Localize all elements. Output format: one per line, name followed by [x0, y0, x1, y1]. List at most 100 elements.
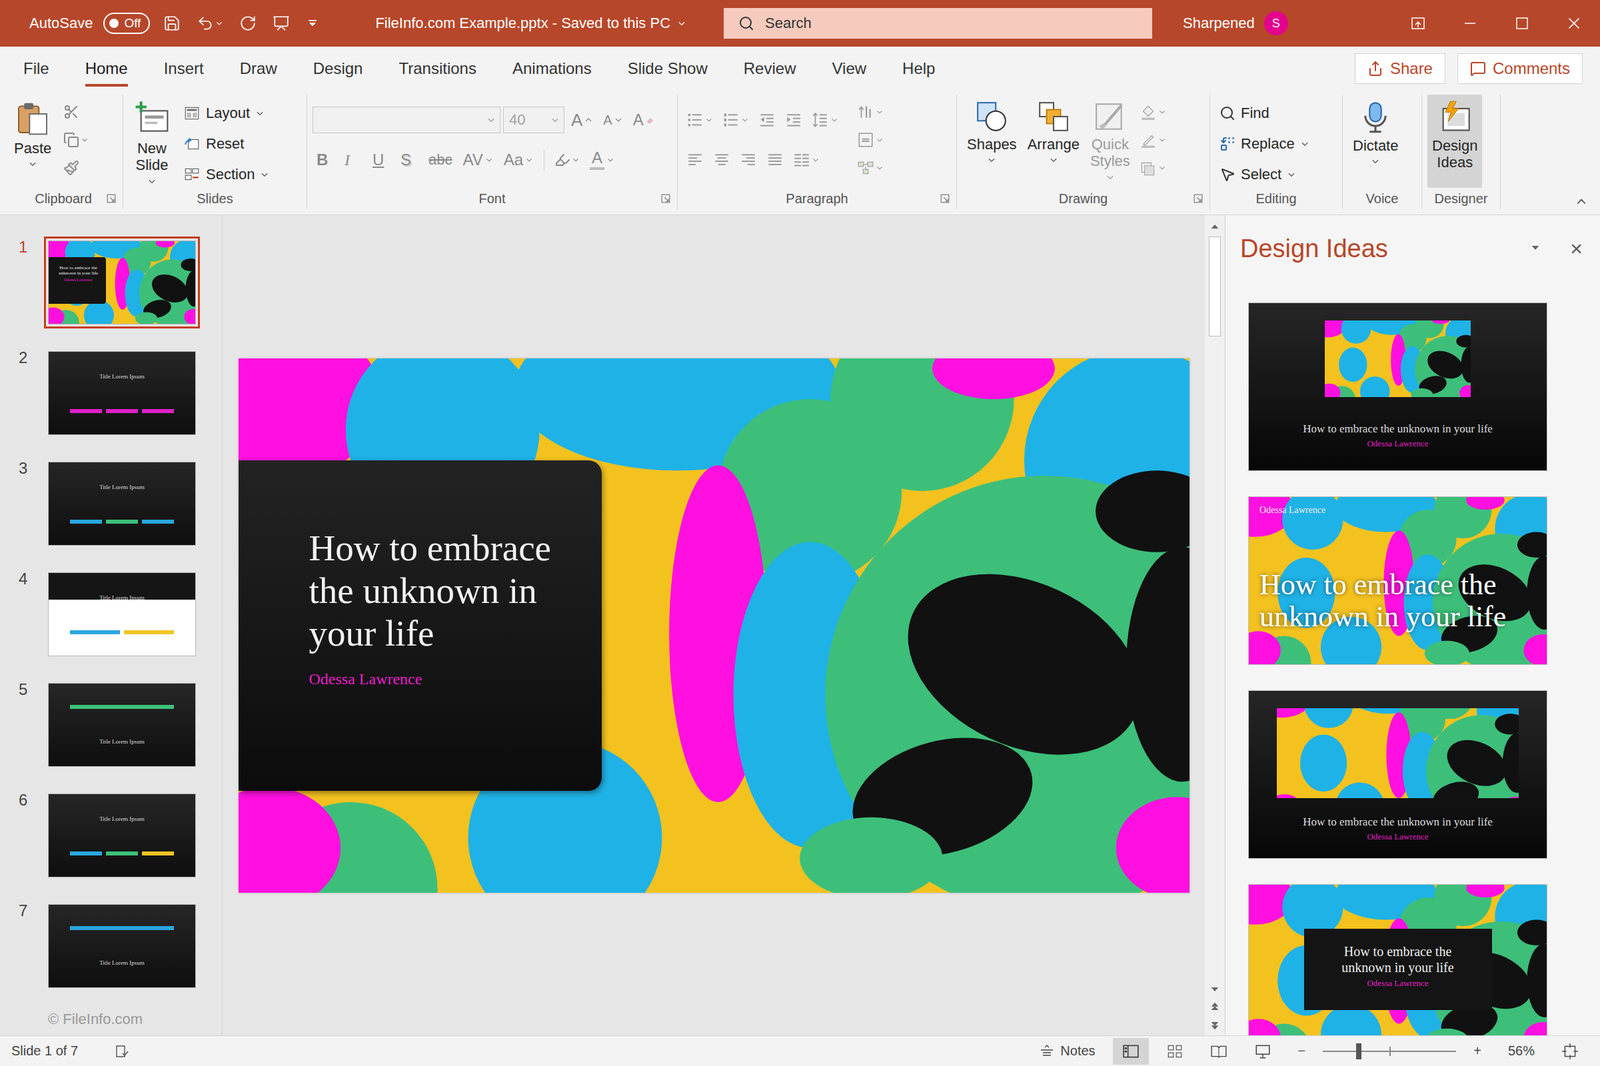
sorter-view-button[interactable]: [1156, 1038, 1193, 1065]
save-button[interactable]: [160, 11, 184, 35]
scroll-down-button[interactable]: [1208, 983, 1222, 997]
font-dialog-launcher[interactable]: [659, 192, 672, 205]
slideshow-view-button[interactable]: [1244, 1038, 1281, 1065]
design-ideas-button[interactable]: Design Ideas: [1427, 94, 1483, 188]
quick-styles-button[interactable]: Quick Styles: [1085, 94, 1135, 188]
shrink-font-button[interactable]: A: [599, 105, 626, 134]
collapse-ribbon-button[interactable]: [1570, 194, 1593, 210]
reading-view-button[interactable]: [1200, 1038, 1237, 1065]
ribbon-tab[interactable]: Review: [725, 46, 815, 91]
design-idea-card[interactable]: Odessa LawrenceHow to embrace the unknow…: [1248, 496, 1548, 666]
ribbon-tab[interactable]: Transitions: [380, 46, 494, 91]
drawing-dialog-launcher[interactable]: [1192, 192, 1205, 205]
scroll-up-button[interactable]: [1208, 219, 1222, 233]
section-button[interactable]: Section: [179, 159, 274, 190]
find-button[interactable]: Find: [1215, 98, 1314, 128]
columns-button[interactable]: [789, 146, 823, 174]
ribbon-tab[interactable]: Animations: [494, 46, 610, 91]
arrange-button[interactable]: Arrange: [1022, 94, 1085, 188]
maximize-button[interactable]: [1496, 0, 1549, 47]
fit-to-window-button[interactable]: [1552, 1038, 1589, 1065]
grow-font-button[interactable]: A: [567, 105, 597, 134]
design-idea-card[interactable]: How to embrace the unknown in your lifeO…: [1248, 302, 1548, 472]
bold-button[interactable]: B: [312, 145, 338, 174]
line-spacing-button[interactable]: [808, 106, 842, 134]
zoom-level-button[interactable]: 56%: [1498, 1038, 1545, 1065]
slide-thumbnail[interactable]: Title Lorem Ipsum: [43, 900, 200, 993]
start-slideshow-button[interactable]: [269, 11, 293, 35]
zoom-in-button[interactable]: +: [1464, 1038, 1491, 1065]
ribbon-tab[interactable]: Help: [884, 46, 953, 91]
customize-toolbar-button[interactable]: [303, 13, 322, 33]
slide-thumbnail[interactable]: Title Lorem Ipsum: [43, 789, 200, 882]
shape-effects-button[interactable]: [1136, 154, 1170, 182]
decrease-indent-button[interactable]: [755, 106, 780, 134]
shape-fill-button[interactable]: [1136, 98, 1170, 126]
user-account[interactable]: SharpenedS: [1182, 11, 1289, 36]
align-left-button[interactable]: [683, 146, 708, 174]
bullets-button[interactable]: [683, 106, 717, 134]
slide-thumbnail[interactable]: Title Lorem Ipsum: [43, 347, 200, 440]
ribbon-tab[interactable]: Home: [67, 46, 146, 91]
increase-indent-button[interactable]: [781, 106, 806, 134]
normal-view-button[interactable]: [1112, 1038, 1149, 1065]
new-slide-button[interactable]: New Slide: [128, 94, 176, 192]
font-color-button[interactable]: A: [585, 145, 619, 174]
accessibility-button[interactable]: [104, 1038, 140, 1065]
comments-button[interactable]: Comments: [1457, 53, 1583, 84]
slide-thumbnail[interactable]: Title Lorem Ipsum: [43, 679, 200, 772]
shapes-button[interactable]: Shapes: [962, 94, 1022, 188]
ribbon-tab[interactable]: Slide Show: [609, 46, 726, 91]
font-size-field[interactable]: 40: [503, 106, 565, 134]
zoom-out-button[interactable]: −: [1288, 1038, 1316, 1065]
search-box[interactable]: Search: [723, 7, 1153, 39]
numbering-button[interactable]: [719, 106, 753, 134]
layout-button[interactable]: Layout: [179, 98, 274, 128]
autosave-toggle[interactable]: Off: [103, 12, 150, 34]
ribbon-tab[interactable]: View: [813, 46, 885, 91]
select-button[interactable]: Select: [1215, 159, 1314, 190]
slide-canvas[interactable]: How to embrace the unknown in your lifeO…: [238, 358, 1190, 893]
highlight-button[interactable]: [551, 146, 584, 174]
design-idea-card[interactable]: How to embrace the unknown in your lifeO…: [1248, 690, 1548, 859]
text-direction-button[interactable]: [853, 98, 887, 126]
clipboard-dialog-launcher[interactable]: [105, 192, 118, 205]
notes-button[interactable]: Notes: [1029, 1038, 1105, 1065]
ribbon-tab[interactable]: Draw: [221, 46, 296, 91]
ribbon-tab[interactable]: File: [5, 46, 68, 91]
clear-formatting-button[interactable]: A: [629, 105, 660, 134]
align-center-button[interactable]: [709, 146, 734, 174]
zoom-slider-thumb[interactable]: [1356, 1043, 1362, 1060]
next-slide-button[interactable]: [1208, 1018, 1222, 1032]
paragraph-dialog-launcher[interactable]: [938, 192, 951, 205]
pane-options-button[interactable]: [1527, 241, 1544, 256]
underline-button[interactable]: U: [368, 145, 394, 174]
spacing-button[interactable]: AV: [458, 145, 497, 174]
undo-button[interactable]: [193, 11, 226, 35]
align-justify-button[interactable]: [763, 146, 788, 174]
scroll-thumb[interactable]: [1208, 236, 1221, 337]
slide-thumbnail[interactable]: Title Lorem Ipsum: [43, 568, 200, 661]
zoom-slider[interactable]: [1322, 1050, 1457, 1053]
redo-button[interactable]: [236, 11, 260, 35]
smartart-button[interactable]: [853, 154, 887, 182]
ribbon-display-options-button[interactable]: [1392, 0, 1445, 47]
strike-button[interactable]: abc: [424, 145, 456, 174]
ribbon-tab[interactable]: Design: [295, 46, 382, 91]
shadow-button[interactable]: S: [396, 145, 422, 174]
ribbon-tab[interactable]: Insert: [145, 46, 222, 91]
replace-button[interactable]: Replace: [1215, 129, 1314, 159]
pane-close-button[interactable]: ×: [1567, 235, 1586, 263]
align-right-button[interactable]: [736, 146, 761, 174]
align-text-button[interactable]: [853, 126, 887, 154]
case-button[interactable]: Aa: [499, 145, 538, 174]
dictate-button[interactable]: Dictate: [1348, 94, 1403, 188]
slide-thumbnail[interactable]: Title Lorem Ipsum: [43, 457, 200, 550]
cut-button[interactable]: [59, 98, 92, 126]
close-button[interactable]: [1548, 0, 1600, 47]
copy-button[interactable]: [59, 126, 92, 154]
share-button[interactable]: Share: [1354, 53, 1446, 84]
font-name-field[interactable]: [312, 106, 501, 134]
shape-outline-button[interactable]: [1136, 126, 1170, 154]
format-painter-button[interactable]: [59, 154, 92, 182]
